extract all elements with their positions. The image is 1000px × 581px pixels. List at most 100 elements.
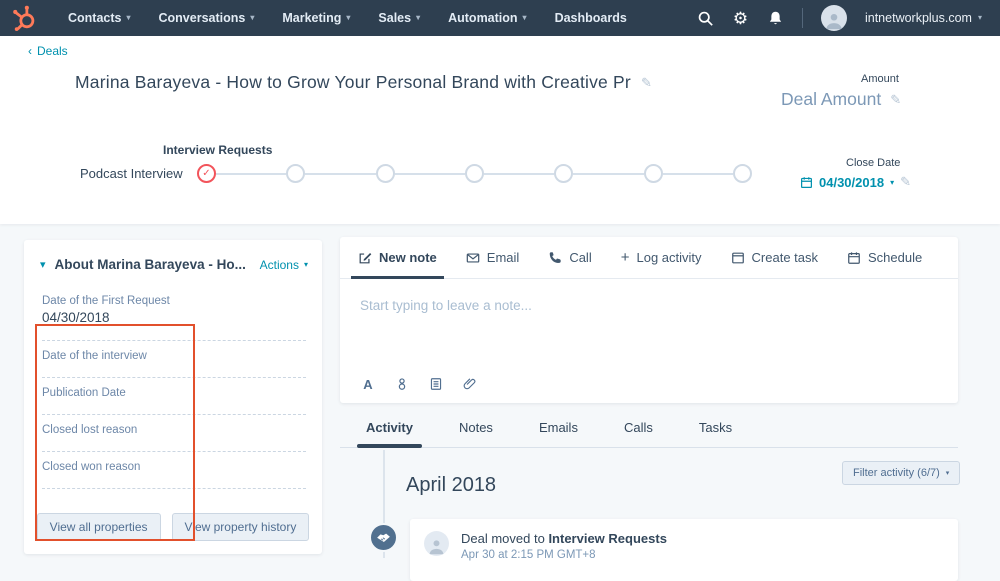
stage-6[interactable]	[643, 164, 663, 183]
property-value: 04/30/2018	[42, 310, 110, 325]
close-date-label: Close Date	[846, 157, 901, 169]
stage-check-icon: ✓	[202, 167, 211, 179]
composer-tab-bar: New note Email Call + Log activity Creat…	[340, 237, 958, 279]
user-avatar[interactable]	[820, 5, 847, 31]
settings-gear-icon[interactable]: ⚙	[732, 10, 749, 27]
paperclip-attach-icon[interactable]	[462, 376, 478, 392]
activity-tab-bar: Activity Notes Emails Calls Tasks	[340, 418, 958, 448]
chevron-down-icon: ▾	[522, 13, 527, 22]
stage-connector	[394, 172, 465, 175]
engagement-composer-card: New note Email Call + Log activity Creat…	[340, 237, 958, 403]
edit-deal-title-pencil-icon[interactable]: ✎	[641, 75, 652, 91]
tab-schedule[interactable]: Schedule	[847, 237, 922, 278]
chevron-down-icon: ▾	[890, 177, 895, 187]
tab-create-task[interactable]: Create task	[731, 237, 818, 278]
stage-3[interactable]	[375, 164, 395, 183]
actions-dropdown[interactable]: Actions ▾	[260, 258, 308, 272]
chevron-down-icon: ▾	[945, 470, 950, 477]
tab-email[interactable]: Email	[466, 237, 519, 278]
personalization-icon[interactable]	[394, 376, 410, 392]
property-closed-won-reason[interactable]: Closed won reason	[42, 452, 306, 489]
format-text-icon[interactable]: A	[360, 376, 376, 392]
pipeline-name: Podcast Interview	[80, 166, 183, 181]
deal-header: ‹ Deals Marina Barayeva - How to Grow Yo…	[0, 36, 1000, 224]
stage-1-complete[interactable]: ✓	[197, 164, 216, 183]
chevron-down-icon: ▾	[977, 13, 982, 22]
calendar-icon	[801, 176, 812, 188]
plus-icon: +	[620, 249, 630, 266]
timeline-event-card: Deal moved to Interview Requests Apr 30 …	[410, 519, 958, 581]
editor-toolbar: A	[360, 376, 478, 392]
nav-item-conversations[interactable]: Conversations ▾	[159, 11, 255, 25]
event-timestamp: Apr 30 at 2:15 PM GMT+8	[461, 549, 596, 561]
about-deal-card: ▾ About Marina Barayeva - Ho... Actions …	[24, 240, 322, 554]
event-avatar	[424, 531, 449, 556]
nav-item-dashboards[interactable]: Dashboards	[555, 11, 627, 25]
handshake-icon	[377, 533, 390, 542]
event-stage-link[interactable]: Interview Requests	[548, 531, 667, 546]
stage-4[interactable]	[464, 164, 484, 183]
stage-5[interactable]	[554, 164, 574, 183]
call-icon	[550, 251, 561, 263]
top-nav: Contacts ▾ Conversations ▾ Marketing ▾ Sale…	[0, 0, 1000, 36]
filter-activity-button[interactable]: Filter activity (6/7) ▾	[842, 461, 961, 485]
property-date-of-interview[interactable]: Date of the interview	[42, 341, 306, 378]
insert-document-icon[interactable]	[428, 376, 444, 392]
stage-connector	[573, 172, 644, 175]
close-date-value: 04/30/2018	[819, 174, 885, 190]
chevron-down-icon: ▾	[126, 13, 131, 22]
property-publication-date[interactable]: Publication Date	[42, 378, 306, 415]
stage-2[interactable]	[286, 164, 306, 183]
nav-item-sales[interactable]: Sales ▾	[378, 11, 420, 25]
deal-amount-value: Deal Amount	[781, 89, 882, 109]
stage-7[interactable]	[732, 164, 752, 183]
stage-connector	[305, 172, 376, 175]
schedule-calendar-icon	[848, 251, 860, 264]
note-editor[interactable]: Start typing to leave a note...	[340, 279, 958, 363]
about-card-title: About Marina Barayeva - Ho...	[54, 257, 246, 272]
new-note-icon	[359, 252, 372, 263]
view-property-history-button[interactable]: View property history	[171, 513, 310, 541]
chevron-down-icon: ▾	[303, 259, 308, 269]
chevron-down-icon: ▾	[416, 13, 421, 22]
tab-call[interactable]: Call	[548, 237, 592, 278]
tab-activity[interactable]: Activity	[357, 418, 422, 448]
deal-stage-event-badge	[369, 523, 398, 552]
nav-item-contacts[interactable]: Contacts ▾	[68, 11, 131, 25]
hubspot-logo-icon[interactable]	[12, 5, 38, 31]
property-closed-lost-reason[interactable]: Closed lost reason	[42, 415, 306, 452]
deal-title: Marina Barayeva - How to Grow Your Perso…	[75, 72, 653, 92]
back-chevron-icon: ‹	[28, 44, 32, 58]
deal-properties-list: Date of the First Request 04/30/2018 Dat…	[24, 280, 322, 541]
nav-item-automation[interactable]: Automation ▾	[448, 11, 526, 25]
stage-connector	[216, 172, 287, 175]
close-date-dropdown[interactable]: 04/30/2018 ▾ ✎	[800, 174, 911, 190]
tab-tasks[interactable]: Tasks	[699, 418, 732, 446]
create-task-icon	[731, 252, 744, 263]
timeline-month-heading: April 2018	[406, 474, 497, 496]
nav-right-cluster: ⚙ intnetworkplus.com ▾	[697, 5, 982, 31]
nav-divider	[801, 8, 803, 28]
tab-new-note[interactable]: New note	[351, 237, 444, 279]
property-date-of-first-request[interactable]: Date of the First Request 04/30/2018	[42, 286, 306, 341]
chevron-down-icon: ▾	[346, 13, 351, 22]
view-all-properties-button[interactable]: View all properties	[36, 513, 161, 541]
edit-amount-pencil-icon[interactable]: ✎	[890, 92, 901, 108]
tab-emails[interactable]: Emails	[539, 418, 578, 446]
tab-notes[interactable]: Notes	[459, 418, 493, 446]
account-menu[interactable]: intnetworkplus.com ▾	[865, 11, 982, 25]
chevron-down-icon: ▾	[250, 13, 255, 22]
nav-item-marketing[interactable]: Marketing ▾	[282, 11, 350, 25]
breadcrumb-back-to-deals[interactable]: ‹ Deals	[28, 44, 68, 58]
note-editor-placeholder: Start typing to leave a note...	[360, 298, 532, 313]
close-date-block: Close Date 04/30/2018 ▾ ✎	[800, 157, 911, 190]
edit-close-date-pencil-icon[interactable]: ✎	[900, 174, 911, 190]
tab-log-activity[interactable]: + Log activity	[621, 237, 702, 278]
notifications-bell-icon[interactable]	[767, 10, 784, 27]
stage-connector	[662, 172, 733, 175]
event-title: Deal moved to Interview Requests	[461, 531, 667, 546]
tab-calls[interactable]: Calls	[624, 418, 653, 446]
deal-stage-progress-bar: ✓	[197, 164, 752, 183]
search-icon[interactable]	[697, 10, 714, 27]
collapse-chevron-icon[interactable]: ▾	[40, 258, 46, 271]
